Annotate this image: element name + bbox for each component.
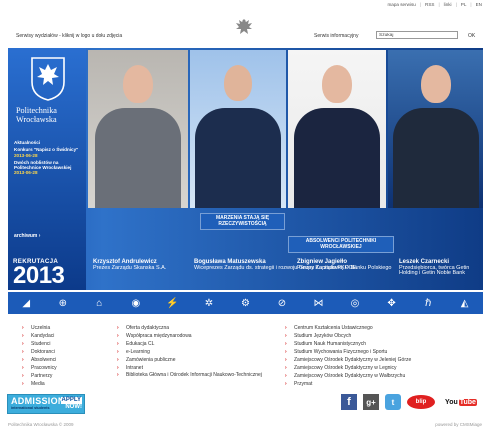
faculty-geoengineering-icon[interactable]: ✲ bbox=[201, 295, 217, 311]
list-item[interactable]: Studium Wychowania Fizycznego i Sportu bbox=[283, 348, 411, 356]
social-links: f g+ t blip You Tube bbox=[341, 394, 481, 410]
faculty-computer-science-icon[interactable]: ⊘ bbox=[274, 295, 290, 311]
slogan-alumni: ABSOLWENCI POLITECHNIKI WROCŁAWSKIEJ bbox=[288, 236, 394, 254]
list-item[interactable]: Zamówienia publiczne bbox=[115, 356, 265, 364]
person-caption: Krzysztof Andrulewicz Prezes Zarządu Ska… bbox=[93, 259, 167, 271]
links-column-1: Uczelnia Kandydaci Studenci Doktoranci A… bbox=[20, 324, 57, 388]
person-photo[interactable] bbox=[388, 50, 483, 208]
person-caption: Zbigniew Jagiełło Prezes Zarządu PKO Ban… bbox=[297, 259, 392, 271]
faculty-mathematics-icon[interactable]: ◭ bbox=[457, 295, 473, 311]
list-item[interactable]: Intranet bbox=[115, 364, 265, 372]
twitter-icon[interactable]: t bbox=[385, 394, 401, 410]
rss-link[interactable]: RSS bbox=[425, 2, 434, 7]
list-item[interactable]: Doktoranci bbox=[20, 348, 57, 356]
list-item[interactable]: Oferta dydaktyczna bbox=[115, 324, 265, 332]
list-item[interactable]: Uczelnia bbox=[20, 324, 57, 332]
list-item[interactable]: Media bbox=[20, 380, 57, 388]
admission-banner[interactable]: ADMISSION international students APPLY N… bbox=[7, 394, 85, 414]
person-photo[interactable] bbox=[190, 50, 286, 208]
news-item[interactable]: Konkurs "Napisz o Świdnicy" 2013-06-28 bbox=[14, 147, 82, 158]
googleplus-icon[interactable]: g+ bbox=[363, 394, 379, 410]
blip-icon[interactable]: blip bbox=[407, 395, 435, 409]
search-ok-button[interactable]: OK bbox=[468, 33, 475, 39]
list-item[interactable]: Pracownicy bbox=[20, 364, 57, 372]
youtube-icon[interactable]: You Tube bbox=[441, 395, 481, 409]
archive-link[interactable]: archiwum › bbox=[14, 233, 40, 239]
links-column-3: Centrum Kształcenia Ustawicznego Studium… bbox=[283, 324, 411, 388]
list-item[interactable]: Studium Nauk Humanistycznych bbox=[283, 340, 411, 348]
list-item[interactable]: Zamiejscowy Ośrodek Dydaktyczny w Wałbrz… bbox=[283, 372, 411, 380]
faculty-fundamental-problems-icon[interactable]: ✥ bbox=[384, 295, 400, 311]
person-photo[interactable] bbox=[288, 50, 386, 208]
lang-pl-link[interactable]: PL bbox=[461, 2, 467, 7]
faculty-civil-engineering-icon[interactable]: ⊕ bbox=[55, 295, 71, 311]
list-item[interactable]: Absolwenci bbox=[20, 356, 57, 364]
top-navigation: mapa serwisu | RSS | linki | PL | EN bbox=[387, 2, 482, 7]
faculties-hint: Serwisy wydziałów - kliknij w logo u doł… bbox=[16, 33, 123, 39]
lang-en-link[interactable]: EN bbox=[476, 2, 482, 7]
list-item[interactable]: Edukacja CL bbox=[115, 340, 265, 348]
list-item[interactable]: Zamiejscowy Ośrodek Dydaktyczny w Jeleni… bbox=[283, 356, 411, 364]
list-item[interactable]: Przymat bbox=[283, 380, 411, 388]
powered-by-link[interactable]: powered by CMSMiage bbox=[435, 422, 482, 427]
university-name: Politechnika Wrocławska bbox=[16, 106, 57, 124]
faculty-chemistry-icon[interactable]: ⌂ bbox=[91, 295, 107, 311]
news-service-link[interactable]: Serwis informacyjny bbox=[314, 33, 358, 39]
list-item[interactable]: Kandydaci bbox=[20, 332, 57, 340]
university-logo-icon[interactable] bbox=[28, 54, 68, 102]
list-item[interactable]: Centrum Kształcenia Ustawicznego bbox=[283, 324, 411, 332]
news-item[interactable]: Dwóch noblistów na Politechnice Wrocławs… bbox=[14, 160, 82, 176]
faculty-management-icon[interactable]: ℏ bbox=[420, 295, 436, 311]
slogan-dreams: MARZENIA STAJĄ SIĘ RZECZYWISTOŚCIĄ bbox=[200, 213, 285, 231]
faculty-architecture-icon[interactable]: ◢ bbox=[18, 295, 34, 311]
copyright-text: Politechnika Wrocławska © 2009 bbox=[8, 422, 74, 427]
list-item[interactable]: Zamiejscowy Ośrodek Dydaktyczny w Legnic… bbox=[283, 364, 411, 372]
faculty-electronics-icon[interactable]: ◉ bbox=[128, 295, 144, 311]
hero-banner: Politechnika Wrocławska Aktualności Konk… bbox=[8, 48, 483, 290]
list-item[interactable]: Współpraca międzynarodowa bbox=[115, 332, 265, 340]
links-link[interactable]: linki bbox=[444, 2, 452, 7]
person-photo[interactable] bbox=[88, 50, 188, 208]
banner-left-column: Politechnika Wrocławska Aktualności Konk… bbox=[8, 48, 86, 290]
faculty-environmental-icon[interactable]: ⚙ bbox=[237, 295, 253, 311]
faculty-electrical-icon[interactable]: ⚡ bbox=[164, 295, 180, 311]
list-item[interactable]: Studenci bbox=[20, 340, 57, 348]
list-item[interactable]: Biblioteka Główna i Ośrodek Informacji N… bbox=[115, 372, 265, 379]
eagle-emblem-icon[interactable] bbox=[233, 17, 255, 39]
person-caption: Leszek Czarnecki Przedsiębiorca, twórca … bbox=[399, 259, 470, 277]
list-item[interactable]: Studium Języków Obcych bbox=[283, 332, 411, 340]
faculty-mechanical-energy-icon[interactable]: ⋈ bbox=[311, 295, 327, 311]
links-column-2: Oferta dydaktyczna Współpraca międzynaro… bbox=[115, 324, 265, 379]
search-input[interactable] bbox=[376, 31, 458, 39]
facebook-icon[interactable]: f bbox=[341, 394, 357, 410]
sitemap-link[interactable]: mapa serwisu bbox=[387, 2, 415, 7]
news-box: Aktualności Konkurs "Napisz o Świdnicy" … bbox=[14, 140, 82, 176]
list-item[interactable]: e-Learning bbox=[115, 348, 265, 356]
recruitment-banner[interactable]: REKRUTACJA 2013 bbox=[13, 258, 65, 288]
list-item[interactable]: Partnerzy bbox=[20, 372, 57, 380]
news-heading: Aktualności bbox=[14, 140, 41, 145]
faculty-mechanical-icon[interactable]: ◎ bbox=[347, 295, 363, 311]
faculty-logo-strip: ◢ ⊕ ⌂ ◉ ⚡ ✲ ⚙ ⊘ ⋈ ◎ ✥ ℏ ◭ bbox=[8, 292, 483, 314]
